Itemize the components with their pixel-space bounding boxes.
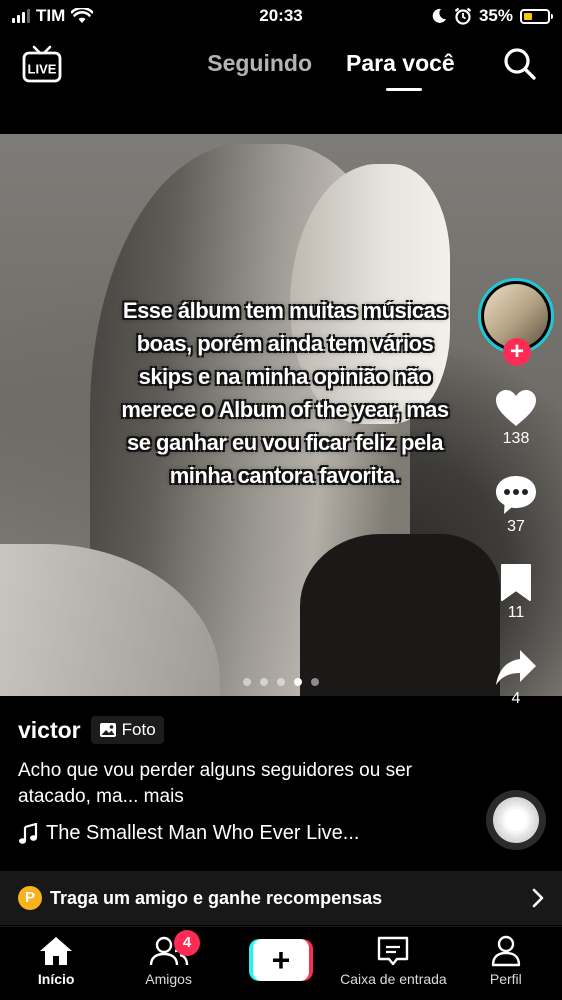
tab-inbox-label: Caixa de entrada xyxy=(340,971,447,987)
battery-level xyxy=(524,12,532,20)
like-count: 138 xyxy=(502,430,530,447)
comment-icon xyxy=(496,476,536,514)
pager-dot[interactable] xyxy=(277,678,285,686)
profile-icon xyxy=(491,935,521,967)
user-row: victor Foto xyxy=(18,716,478,744)
inbox-icon xyxy=(378,936,409,966)
post-caption[interactable]: Acho que vou perder alguns seguidores ou… xyxy=(18,758,478,810)
music-note-icon xyxy=(19,822,38,844)
status-right: 35% xyxy=(431,6,553,26)
tab-friends[interactable]: Amigos xyxy=(112,927,224,1000)
photo-top-shape xyxy=(300,534,500,696)
coin-icon: P xyxy=(18,886,42,910)
tab-for-you[interactable]: Para você xyxy=(346,50,455,91)
chevron-right-icon xyxy=(532,888,544,908)
tab-profile[interactable]: Perfil xyxy=(450,927,562,1000)
share-icon xyxy=(496,650,536,685)
bottom-tab-bar: Início Amigos + Caixa de entrada Perfil … xyxy=(0,926,562,1000)
pager-dot[interactable] xyxy=(260,678,268,686)
heart-icon xyxy=(496,390,536,426)
post-info: victor Foto Acho que vou perder alguns s… xyxy=(18,716,478,845)
search-icon xyxy=(504,48,536,80)
photo-badge: Foto xyxy=(90,716,164,744)
moon-icon xyxy=(432,8,446,23)
comment-button[interactable]: 37 xyxy=(494,474,538,536)
music-title: The Smallest Man Who Ever Live... xyxy=(46,822,360,844)
search-button[interactable] xyxy=(502,46,538,82)
save-button[interactable]: 11 xyxy=(499,562,533,622)
music-disc[interactable] xyxy=(486,790,546,850)
alarm-icon xyxy=(454,7,472,25)
tab-home-label: Início xyxy=(37,971,75,987)
photo-badge-label: Foto xyxy=(121,720,156,739)
music-row[interactable]: The Smallest Man Who Ever Live... xyxy=(18,822,478,845)
image-icon xyxy=(99,723,116,737)
follow-plus-button[interactable]: + xyxy=(503,338,531,366)
tab-create[interactable]: + xyxy=(225,927,337,1000)
feed-tabs: Seguindo Para você xyxy=(0,50,562,91)
tab-friends-label: Amigos xyxy=(145,971,192,987)
friends-badge: 4 xyxy=(174,930,200,956)
plus-icon: + xyxy=(253,939,310,981)
promo-banner[interactable]: P Traga um amigo e ganhe recompensas xyxy=(0,871,562,925)
photo-overlay-text: Esse álbum tem muitas músicas boas, poré… xyxy=(121,298,449,488)
creator-avatar[interactable]: + xyxy=(478,278,554,366)
create-button[interactable]: + xyxy=(249,939,314,981)
action-column: + 138 37 11 4 xyxy=(476,278,556,708)
username[interactable]: victor xyxy=(18,717,81,744)
pager-dot[interactable] xyxy=(311,678,319,686)
battery-percent: 35% xyxy=(478,6,513,25)
pager-dot[interactable] xyxy=(243,678,251,686)
tab-profile-label: Perfil xyxy=(489,971,522,987)
bookmark-icon xyxy=(501,564,531,601)
tab-inbox[interactable]: Caixa de entrada xyxy=(337,927,449,1000)
share-button[interactable]: 4 xyxy=(494,648,538,708)
like-button[interactable]: 138 xyxy=(494,388,538,448)
tab-following[interactable]: Seguindo xyxy=(107,50,312,77)
top-nav: LIVE Seguindo Para você xyxy=(0,40,562,91)
battery-icon xyxy=(520,8,553,24)
pager-dot[interactable] xyxy=(294,678,302,686)
comment-count: 37 xyxy=(507,518,525,535)
music-disc-cover xyxy=(493,797,539,843)
home-icon xyxy=(40,937,73,965)
tab-home[interactable]: Início xyxy=(0,927,112,1000)
save-count: 11 xyxy=(507,604,525,621)
share-count: 4 xyxy=(511,690,521,707)
promo-text: Traga um amigo e ganhe recompensas xyxy=(50,887,383,908)
status-bar: TIM 20:33 35% xyxy=(0,0,562,34)
